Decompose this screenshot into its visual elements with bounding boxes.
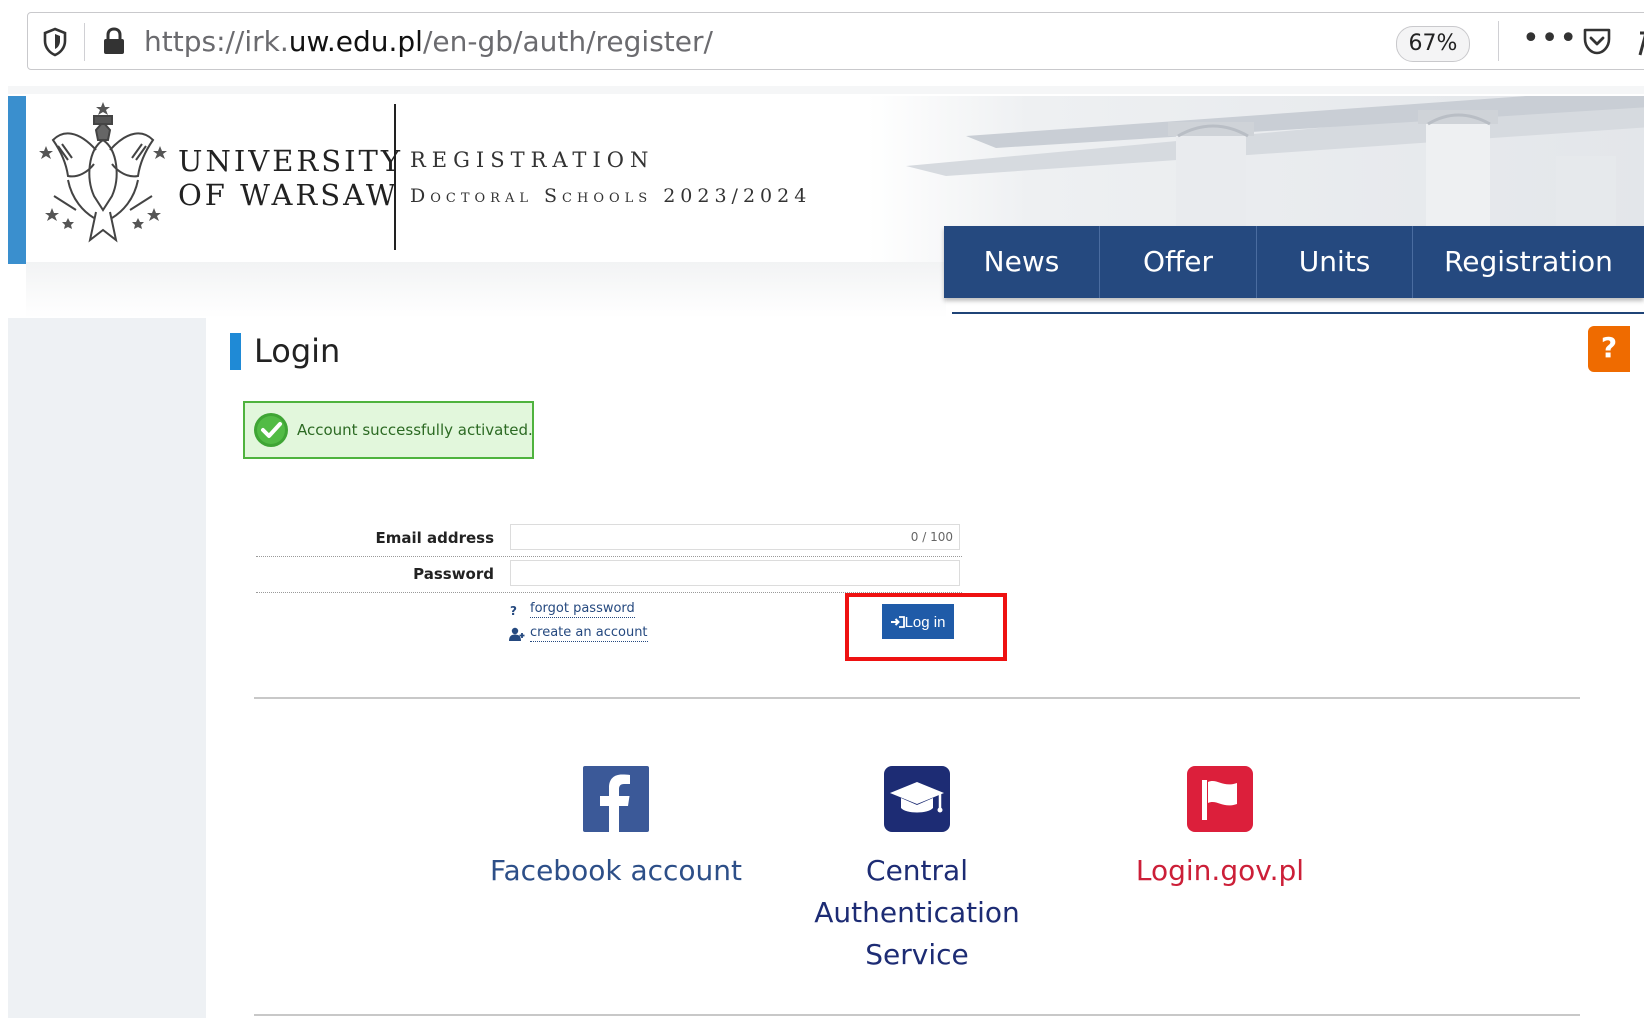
email-char-counter: 0 / 100: [910, 530, 953, 544]
pocket-icon[interactable]: [1581, 25, 1613, 57]
university-eagle-logo: [39, 102, 167, 243]
password-label: Password: [413, 565, 494, 583]
extension-icon[interactable]: [1636, 27, 1644, 57]
login-gov-label[interactable]: Login.gov.pl: [1100, 850, 1340, 892]
login-gov-option[interactable]: Login.gov.pl: [1100, 766, 1340, 892]
flag-icon[interactable]: [1187, 766, 1253, 832]
left-accent-strip: [8, 96, 26, 264]
graduation-cap-icon[interactable]: [884, 766, 950, 832]
page-top-shadow: [8, 86, 1644, 94]
email-field[interactable]: 0 / 100: [510, 524, 960, 550]
lock-icon[interactable]: [100, 26, 128, 56]
nav-item-units[interactable]: Units: [1257, 226, 1413, 298]
registration-subtitle: Doctoral Schools 2023/2024: [410, 185, 812, 207]
email-label: Email address: [375, 529, 494, 547]
browser-url-bar[interactable]: https://irk.uw.edu.pl/en-gb/auth/registe…: [27, 12, 1644, 70]
forgot-password-link[interactable]: forgot password: [530, 601, 635, 618]
url-prefix: https://irk.: [144, 25, 289, 58]
university-name[interactable]: UNIVERSITY OF WARSAW: [178, 144, 403, 212]
success-message: Account successfully activated.: [297, 421, 533, 439]
bottom-divider: [254, 1014, 1580, 1016]
nav-item-registration[interactable]: Registration: [1413, 226, 1644, 298]
annotation-highlight-box: [845, 593, 1007, 661]
nav-item-offer[interactable]: Offer: [1100, 226, 1257, 298]
url-text[interactable]: https://irk.uw.edu.pl/en-gb/auth/registe…: [144, 24, 713, 60]
registration-title: REGISTRATION: [410, 148, 655, 172]
help-button[interactable]: ?: [1588, 326, 1630, 372]
check-circle-icon: [254, 413, 288, 447]
title-accent-bar: [230, 333, 241, 370]
facebook-login-option[interactable]: Facebook account: [480, 766, 752, 892]
left-grey-panel: [8, 318, 206, 1018]
section-divider: [254, 697, 1580, 699]
question-icon: ?: [510, 604, 517, 618]
facebook-login-label[interactable]: Facebook account: [480, 850, 752, 892]
university-name-line2: OF WARSAW: [178, 178, 399, 212]
university-name-line1: UNIVERSITY: [178, 144, 404, 178]
cas-login-label[interactable]: Central Authentication Service: [802, 850, 1032, 976]
email-row: Email address 0 / 100: [256, 522, 962, 557]
cas-login-option[interactable]: Central Authentication Service: [802, 766, 1032, 976]
main-navigation: News Offer Units Registration: [944, 226, 1644, 298]
toolbar-separator: [1498, 21, 1499, 61]
shield-icon[interactable]: [42, 27, 68, 57]
url-bar-separator: [84, 23, 85, 61]
nav-underline: [952, 312, 1644, 314]
page-title: Login: [254, 332, 341, 370]
more-actions-icon[interactable]: •••: [1522, 21, 1578, 57]
nav-item-news[interactable]: News: [944, 226, 1100, 298]
facebook-icon[interactable]: [583, 766, 649, 832]
url-host: uw.edu.pl: [288, 25, 423, 58]
create-account-link[interactable]: create an account: [530, 625, 648, 642]
zoom-indicator[interactable]: 67%: [1396, 26, 1470, 62]
password-row: Password: [256, 558, 962, 593]
header-bottom-band: [26, 262, 946, 318]
url-path: /en-gb/auth/register/: [422, 25, 713, 58]
password-field[interactable]: [510, 560, 960, 586]
success-alert: Account successfully activated.: [243, 401, 534, 459]
add-user-icon: [509, 627, 525, 641]
header-divider: [394, 104, 396, 250]
